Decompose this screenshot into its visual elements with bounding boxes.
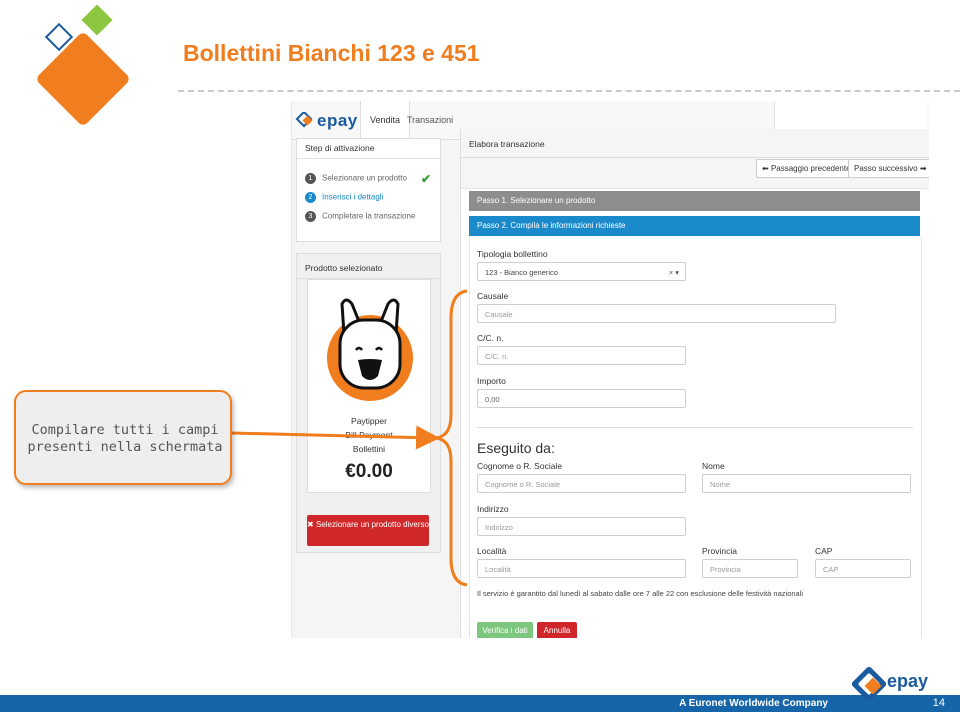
footer-logo-text: epay xyxy=(887,671,929,691)
callout-text: Compilare tutti i campi presenti nella s… xyxy=(16,422,234,456)
epay-footer-logo-icon xyxy=(851,666,887,702)
instruction-callout: Compilare tutti i campi presenti nella s… xyxy=(14,390,232,485)
page-number: 14 xyxy=(932,697,945,709)
footer-company-text: A Euronet Worldwide Company xyxy=(679,698,828,709)
callout-arrow xyxy=(231,289,468,587)
callout-line2: presenti nella schermata xyxy=(27,439,223,455)
callout-line1: Compilare tutti i campi xyxy=(31,422,219,438)
